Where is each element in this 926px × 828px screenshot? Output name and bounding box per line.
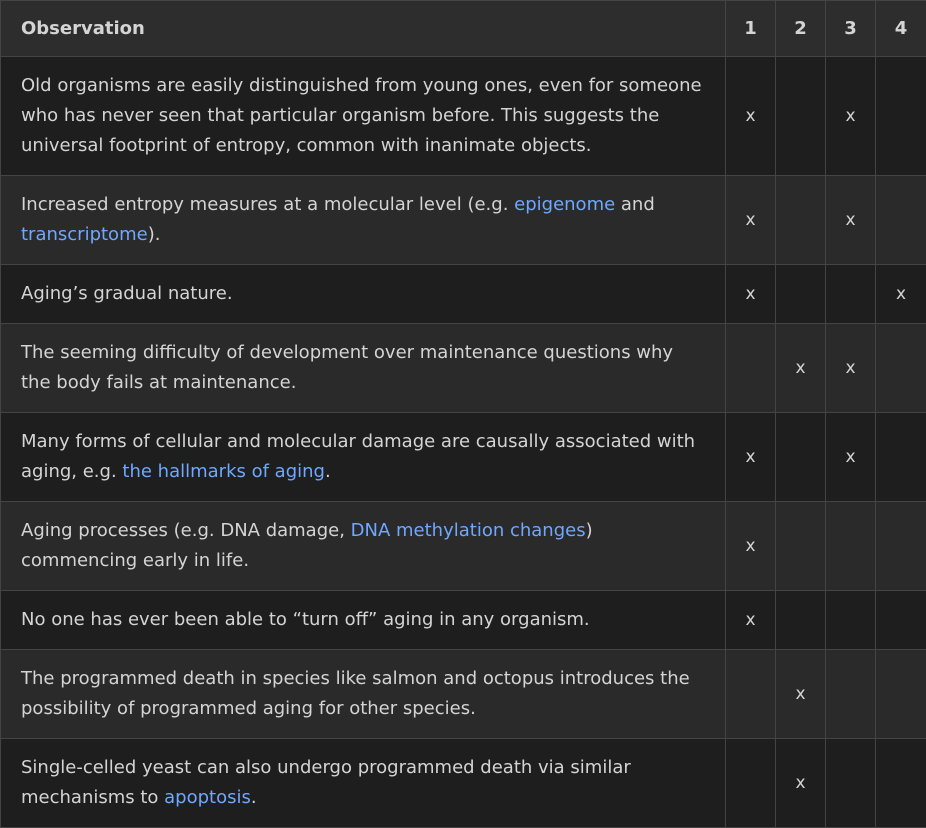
mark-cell bbox=[826, 650, 876, 739]
table-row: Single-celled yeast can also undergo pro… bbox=[1, 739, 926, 828]
mark-cell bbox=[876, 502, 926, 591]
mark-cell bbox=[726, 324, 776, 413]
table-row: The programmed death in species like sal… bbox=[1, 650, 926, 739]
mark-cell bbox=[776, 176, 826, 265]
mark-cell bbox=[776, 265, 826, 324]
table-row: Old organisms are easily distinguished f… bbox=[1, 57, 926, 176]
mark-x: x bbox=[726, 591, 776, 650]
mark-x: x bbox=[826, 57, 876, 176]
observation-cell: Aging’s gradual nature. bbox=[1, 265, 726, 324]
observation-cell: No one has ever been able to “turn off” … bbox=[1, 591, 726, 650]
mark-cell bbox=[776, 502, 826, 591]
mark-cell bbox=[826, 739, 876, 828]
table-row: The seeming difficulty of development ov… bbox=[1, 324, 926, 413]
mark-cell bbox=[826, 502, 876, 591]
table-row: Aging’s gradual nature. x x bbox=[1, 265, 926, 324]
observation-cell: Old organisms are easily distinguished f… bbox=[1, 57, 726, 176]
observation-cell: Increased entropy measures at a molecula… bbox=[1, 176, 726, 265]
mark-x: x bbox=[776, 650, 826, 739]
mark-cell bbox=[726, 650, 776, 739]
mark-x: x bbox=[826, 413, 876, 502]
mark-cell bbox=[876, 57, 926, 176]
observation-cell: Single-celled yeast can also undergo pro… bbox=[1, 739, 726, 828]
mark-cell bbox=[826, 591, 876, 650]
header-col-4: 4 bbox=[876, 1, 926, 57]
link-hallmarks-of-aging[interactable]: the hallmarks of aging bbox=[122, 461, 325, 482]
link-dna-methylation-changes[interactable]: DNA methylation changes bbox=[351, 520, 586, 541]
mark-x: x bbox=[726, 176, 776, 265]
observation-cell: Aging processes (e.g. DNA damage, DNA me… bbox=[1, 502, 726, 591]
header-col-1: 1 bbox=[726, 1, 776, 57]
observation-text: ). bbox=[148, 224, 161, 245]
observation-text: Single-celled yeast can also undergo pro… bbox=[21, 757, 631, 808]
observation-table: Observation 1 2 3 4 Old organisms are ea… bbox=[0, 0, 926, 828]
mark-x: x bbox=[726, 413, 776, 502]
table-row: Increased entropy measures at a molecula… bbox=[1, 176, 926, 265]
mark-x: x bbox=[776, 324, 826, 413]
mark-x: x bbox=[826, 176, 876, 265]
mark-cell bbox=[876, 591, 926, 650]
observation-text: No one has ever been able to “turn off” … bbox=[21, 609, 590, 630]
mark-x: x bbox=[726, 265, 776, 324]
observation-text: The programmed death in species like sal… bbox=[21, 668, 690, 719]
observation-text: . bbox=[251, 787, 257, 808]
observation-cell: Many forms of cellular and molecular dam… bbox=[1, 413, 726, 502]
mark-x: x bbox=[726, 57, 776, 176]
table-row: No one has ever been able to “turn off” … bbox=[1, 591, 926, 650]
table-row: Many forms of cellular and molecular dam… bbox=[1, 413, 926, 502]
observation-cell: The programmed death in species like sal… bbox=[1, 650, 726, 739]
mark-x: x bbox=[826, 324, 876, 413]
header-observation: Observation bbox=[1, 1, 726, 57]
table-header-row: Observation 1 2 3 4 bbox=[1, 1, 926, 57]
mark-cell bbox=[726, 739, 776, 828]
observation-text: and bbox=[615, 194, 655, 215]
mark-x: x bbox=[776, 739, 826, 828]
mark-cell bbox=[876, 176, 926, 265]
mark-x: x bbox=[876, 265, 926, 324]
mark-x: x bbox=[726, 502, 776, 591]
mark-cell bbox=[876, 739, 926, 828]
header-col-3: 3 bbox=[826, 1, 876, 57]
link-apoptosis[interactable]: apoptosis bbox=[164, 787, 251, 808]
mark-cell bbox=[776, 413, 826, 502]
mark-cell bbox=[876, 650, 926, 739]
table-row: Aging processes (e.g. DNA damage, DNA me… bbox=[1, 502, 926, 591]
header-col-2: 2 bbox=[776, 1, 826, 57]
observation-cell: The seeming difficulty of development ov… bbox=[1, 324, 726, 413]
link-transcriptome[interactable]: transcriptome bbox=[21, 224, 148, 245]
link-epigenome[interactable]: epigenome bbox=[514, 194, 615, 215]
observation-text: Increased entropy measures at a molecula… bbox=[21, 194, 514, 215]
mark-cell bbox=[826, 265, 876, 324]
observation-text: Aging processes (e.g. DNA damage, bbox=[21, 520, 351, 541]
mark-cell bbox=[876, 324, 926, 413]
mark-cell bbox=[776, 57, 826, 176]
observation-text: Aging’s gradual nature. bbox=[21, 283, 233, 304]
mark-cell bbox=[876, 413, 926, 502]
mark-cell bbox=[776, 591, 826, 650]
observation-text: The seeming difficulty of development ov… bbox=[21, 342, 673, 393]
observation-text: . bbox=[325, 461, 331, 482]
observation-text: Old organisms are easily distinguished f… bbox=[21, 75, 702, 156]
